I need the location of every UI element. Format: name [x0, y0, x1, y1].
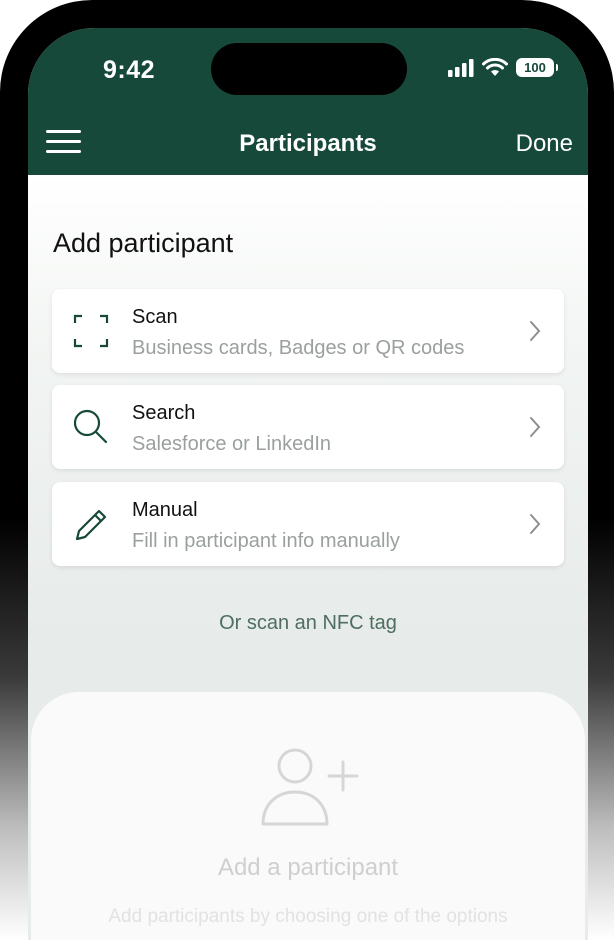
chevron-right-icon	[530, 514, 541, 534]
pencil-icon	[75, 509, 107, 541]
chevron-right-icon	[530, 321, 541, 341]
empty-state-description: Add participants by choosing one of the …	[108, 906, 508, 927]
option-label-manual: Manual	[132, 499, 198, 521]
scan-frame-icon	[73, 314, 109, 348]
nfc-scan-link[interactable]: Or scan an NFC tag	[28, 612, 588, 635]
cellular-signal-icon	[448, 58, 474, 77]
option-label-scan: Scan	[132, 306, 178, 328]
done-button[interactable]: Done	[516, 130, 573, 158]
search-icon	[73, 409, 108, 444]
phone-frame: 9:42 100 Participants Done Add participa…	[0, 0, 614, 940]
status-time: 9:42	[103, 56, 156, 84]
scan-option-card[interactable]: Scan Business cards, Badges or QR codes	[52, 289, 564, 373]
section-title: Add participant	[53, 228, 234, 258]
dynamic-island	[211, 43, 407, 95]
nav-bar: Participants Done	[28, 110, 588, 175]
option-label-search: Search	[132, 402, 196, 424]
wifi-icon	[482, 58, 508, 76]
option-sub-scan: Business cards, Badges or QR codes	[132, 337, 465, 359]
page-title: Participants	[239, 130, 377, 157]
status-bar: 9:42 100	[28, 28, 588, 110]
option-sub-manual: Fill in participant info manually	[132, 530, 400, 552]
empty-state-panel: Add a participant Add participants by ch…	[31, 692, 585, 940]
option-sub-search: Salesforce or LinkedIn	[132, 433, 332, 455]
add-person-icon	[261, 748, 359, 826]
empty-state-title: Add a participant	[217, 854, 399, 881]
battery-icon: 100	[516, 58, 558, 77]
status-icons: 100	[448, 58, 558, 77]
manual-option-card[interactable]: Manual Fill in participant info manually	[52, 482, 564, 566]
battery-level: 100	[524, 60, 546, 75]
screen: 9:42 100 Participants Done Add participa…	[28, 28, 588, 940]
main-content: Add participant Scan Business cards, Bad…	[28, 175, 588, 940]
search-option-card[interactable]: Search Salesforce or LinkedIn	[52, 385, 564, 469]
chevron-right-icon	[530, 417, 541, 437]
